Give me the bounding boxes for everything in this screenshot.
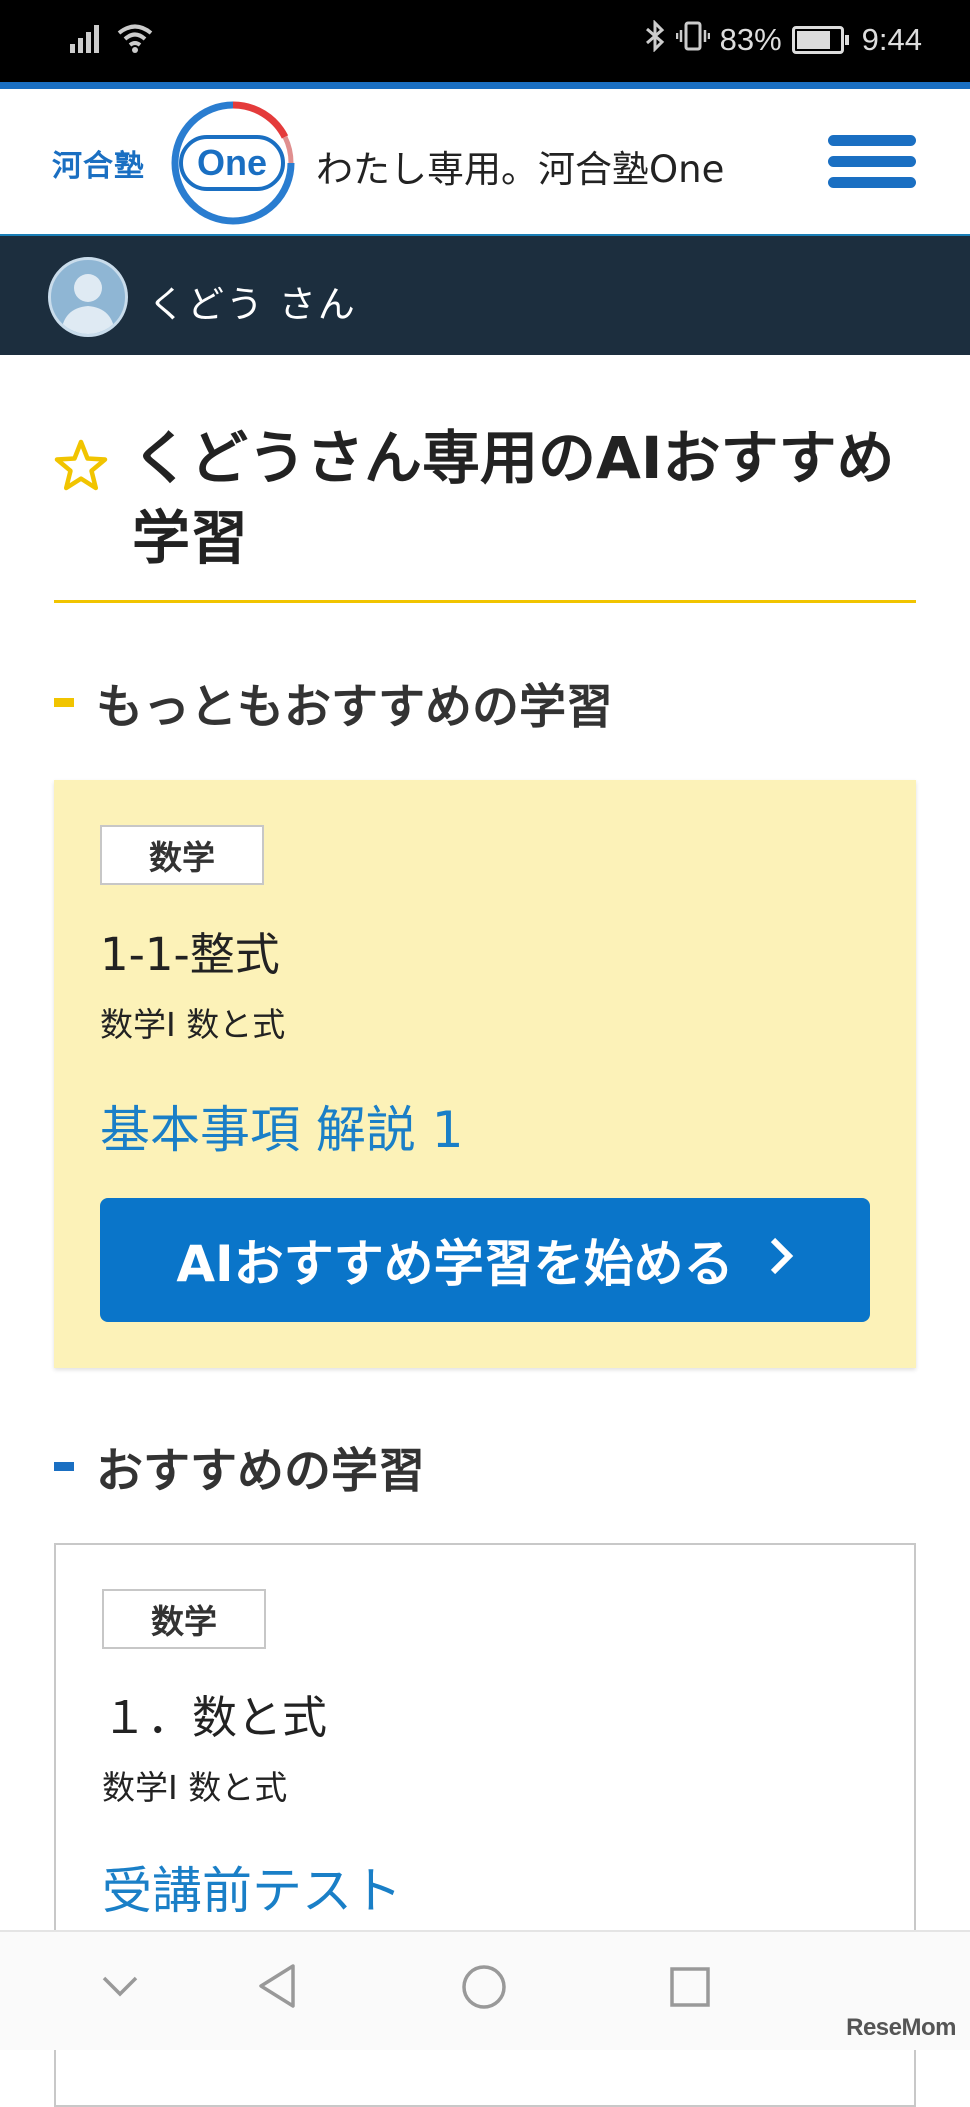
signal-icon: [70, 22, 104, 58]
battery-percent: 83%: [719, 22, 782, 57]
subject-badge: 数学: [100, 825, 264, 885]
header-title: わたし専用。河合塾One: [316, 148, 725, 191]
chevron-down-icon[interactable]: [100, 1974, 140, 2004]
featured-card: 数学 1-1-整式 数学I 数と式 基本事項 解説 1 AIおすすめ学習を始める: [54, 780, 916, 1368]
section-marker: [54, 698, 74, 707]
logo-one[interactable]: One: [163, 97, 303, 231]
section-title-text: もっともおすすめの学習: [96, 680, 613, 735]
unit-subtitle: 数学I 数と式: [102, 1768, 288, 1807]
unit-title: １．数と式: [102, 1691, 328, 1744]
user-avatar-icon[interactable]: [48, 257, 128, 337]
chevron-right-icon: [768, 1230, 794, 1290]
battery-icon: [791, 26, 849, 54]
divider: [54, 600, 916, 603]
vibrate-icon: [675, 20, 710, 60]
section-title-text: おすすめの学習: [96, 1444, 425, 1499]
page-title: くどうさん専用のAIおすすめ学習: [132, 424, 895, 572]
star-icon: [52, 438, 110, 498]
home-icon[interactable]: [460, 1963, 508, 2015]
lesson-link[interactable]: 基本事項 解説 1: [100, 1090, 464, 1162]
start-ai-learning-button[interactable]: AIおすすめ学習を始める: [100, 1198, 870, 1322]
unit-subtitle: 数学I 数と式: [100, 1005, 286, 1044]
user-bar: くどう さん: [0, 236, 970, 355]
status-left: [70, 22, 154, 58]
recents-icon[interactable]: [669, 1966, 711, 2012]
system-nav-bar: ReseMom: [0, 1930, 970, 2050]
status-bar: 83% 9:44: [0, 0, 970, 82]
section-title-top: もっともおすすめの学習: [54, 668, 613, 737]
header-accent-strip: [0, 82, 970, 89]
logo-product: One: [197, 142, 267, 183]
wifi-icon: [116, 22, 154, 58]
subject-badge: 数学: [102, 1589, 266, 1649]
bluetooth-icon: [644, 19, 666, 60]
back-icon[interactable]: [257, 1962, 297, 2014]
user-name: くどう さん: [148, 283, 357, 326]
section-marker: [54, 1462, 74, 1471]
lesson-link[interactable]: 受講前テスト: [102, 1851, 402, 1923]
clock: 9:44: [861, 22, 922, 57]
hamburger-menu-icon[interactable]: [828, 135, 916, 195]
watermark: ReseMom: [846, 2014, 956, 2041]
section-title-recommended: おすすめの学習: [54, 1432, 425, 1501]
status-right: 83% 9:44: [644, 19, 922, 60]
button-label: AIおすすめ学習を始める: [176, 1235, 734, 1293]
unit-title: 1-1-整式: [100, 928, 280, 981]
logo-brand: 河合塾: [52, 150, 145, 183]
app-header: 河合塾 One わたし専用。河合塾One: [0, 89, 970, 236]
